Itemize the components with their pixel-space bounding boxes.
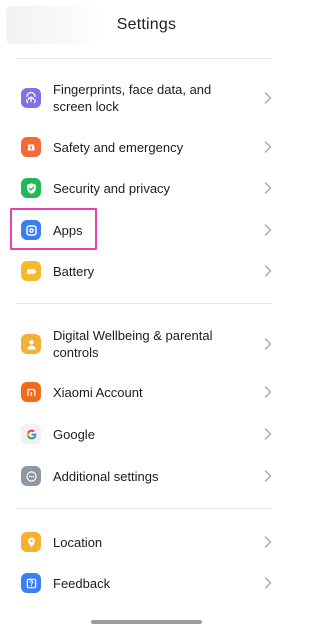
google-g-icon (21, 424, 41, 444)
settings-item-additional-settings[interactable]: Additional settings (0, 462, 293, 490)
fingerprint-icon (21, 88, 41, 108)
settings-item-google[interactable]: Google (0, 420, 293, 448)
location-pin-icon (21, 532, 41, 552)
settings-item-label: Location (53, 535, 103, 550)
wellbeing-person-icon (21, 334, 41, 354)
feedback-question-icon (21, 573, 41, 593)
settings-item-battery[interactable]: Battery (0, 257, 293, 285)
shield-check-icon (21, 178, 41, 198)
highlight-box (10, 208, 97, 250)
settings-item-safety-emergency[interactable]: Safety and emergency (0, 133, 293, 161)
header: Settings (0, 0, 293, 50)
more-dots-icon (21, 466, 41, 486)
settings-item-label: Xiaomi Account (53, 385, 143, 400)
settings-item-label: Additional settings (53, 469, 159, 484)
xiaomi-mi-icon (21, 382, 41, 402)
emergency-icon (21, 137, 41, 157)
settings-item-label: Feedback (53, 576, 111, 591)
chevron-right-icon (263, 469, 273, 483)
settings-item-label: Digital Wellbeing & parental controls (53, 328, 213, 360)
chevron-right-icon (263, 535, 273, 549)
settings-item-label: Google (53, 427, 95, 442)
chevron-right-icon (263, 337, 273, 351)
settings-item-label: Safety and emergency (53, 140, 184, 155)
settings-item-label: Battery (53, 264, 95, 279)
header-blur-area (6, 6, 101, 44)
settings-item-fingerprints[interactable]: Fingerprints, face data, and screen lock (0, 80, 293, 116)
chevron-right-icon (263, 181, 273, 195)
battery-icon (21, 261, 41, 281)
chevron-right-icon (263, 427, 273, 441)
chevron-right-icon (263, 140, 273, 154)
settings-item-label: Security and privacy (53, 181, 171, 196)
chevron-right-icon (263, 576, 273, 590)
home-indicator-bar[interactable] (91, 620, 202, 624)
settings-item-label: Fingerprints, face data, and screen lock (53, 82, 212, 114)
chevron-right-icon (263, 91, 273, 105)
settings-item-xiaomi-account[interactable]: Xiaomi Account (0, 378, 293, 406)
chevron-right-icon (263, 223, 273, 237)
page-title: Settings (116, 16, 177, 33)
settings-item-location[interactable]: Location (0, 528, 293, 556)
divider (16, 58, 272, 59)
settings-item-feedback[interactable]: Feedback (0, 569, 293, 597)
divider (16, 508, 272, 509)
settings-item-digital-wellbeing[interactable]: Digital Wellbeing & parental controls (0, 326, 293, 362)
chevron-right-icon (263, 264, 273, 278)
divider (16, 303, 272, 304)
settings-item-security-privacy[interactable]: Security and privacy (0, 174, 293, 202)
chevron-right-icon (263, 385, 273, 399)
